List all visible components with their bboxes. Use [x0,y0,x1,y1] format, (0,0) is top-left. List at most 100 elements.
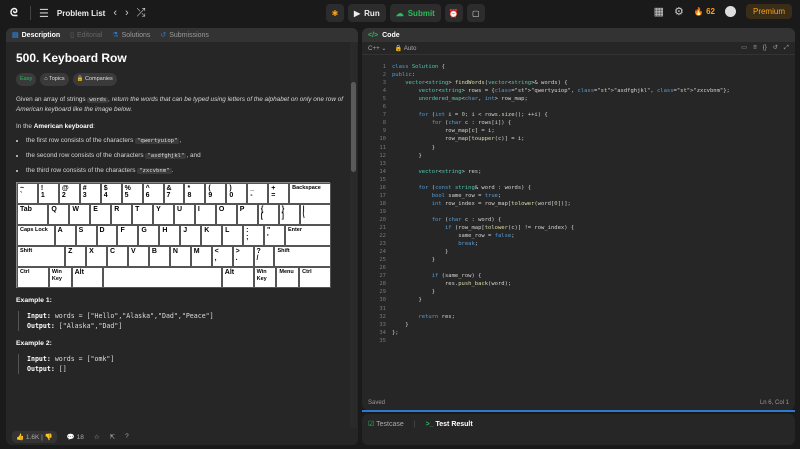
kbd-intro-bold: American keyboard [33,123,94,130]
description-scrollbar[interactable] [350,42,357,445]
code-tab-label[interactable]: Code [382,32,400,39]
submit-button[interactable]: ☁ Submit [389,4,441,22]
code-line[interactable]: if (same_row) { [392,273,482,279]
bookmark-icon[interactable]: ▭ [741,44,747,52]
code-line[interactable]: } [392,249,448,255]
tab-submissions[interactable]: ↺ Submissions [160,31,209,40]
comments-button[interactable]: 💬 18 [67,433,84,441]
debug-button[interactable]: ✱ [326,4,344,22]
tab-editorial[interactable]: ▯ Editorial [70,31,102,40]
keyboard-key: H [159,225,181,246]
chevron-right-icon[interactable]: › [125,7,129,19]
code-line[interactable]: for (char c : word) { [392,217,502,223]
code-line[interactable]: for (int i = 0; i < rows.size(); ++i) { [392,112,548,118]
code-line[interactable]: } [392,322,408,328]
auto-mode[interactable]: 🔒 Auto [395,44,417,52]
fullscreen-icon[interactable]: ⤢ [784,44,789,52]
line-number: 10 [379,136,386,143]
keyboard-key: % 5 [121,183,143,204]
code-line[interactable]: } [392,145,435,151]
avatar[interactable] [724,6,736,17]
leetcode-logo-icon[interactable]: ᘓ [10,7,22,20]
code-line[interactable]: row_map[toupper(c)] = i; [392,136,525,142]
keyboard-key: E [90,204,112,225]
star-icon[interactable]: ☆ [94,433,100,441]
language-select[interactable]: C++ ⌄ [368,45,387,52]
code-editor[interactable]: 1 class Solution {2 public: 3 vector<string… [362,62,795,388]
description-tabs: ▤ Description ▯ Editorial ⚗ Solutions ↺ Subm… [6,28,358,42]
streak-count: 62 [706,7,715,16]
like-button[interactable]: 👍 1.6K | 👎 [12,430,57,443]
row-list: the first row consists of the characters… [26,136,348,176]
gear-icon[interactable]: ⚙ [674,5,684,18]
code-line[interactable]: vector<string> findWords(vector<string>&… [392,80,567,86]
line-number: 14 [379,168,386,175]
timer-button[interactable]: ⏰ [444,4,463,22]
code-line[interactable]: bool same_row = true; [392,193,502,199]
braces-icon[interactable]: {} [763,44,767,52]
code-line[interactable]: class Solution { [392,64,445,70]
topics-label: Topics [49,76,65,82]
code-line[interactable]: } [392,297,421,303]
tab-testcase[interactable]: ☑ Testcase [368,420,404,428]
format-icon[interactable]: ≡ [753,44,757,52]
code-line[interactable]: } [392,257,435,263]
chevron-left-icon[interactable]: ‹ [113,7,117,19]
code-line[interactable]: } [392,153,421,159]
topics-chip[interactable]: ⌂ Topics [40,73,69,86]
keyboard-key: * 8 [184,183,206,204]
input-value: words = ["omk"] [54,355,115,363]
streak-counter[interactable]: 🔥 62 [694,7,715,16]
keyboard-key: " ' [264,225,285,246]
code-line[interactable]: public: [392,72,415,78]
row-code: "zxcvbnm" [137,168,172,174]
code-line[interactable]: } [392,289,435,295]
notes-button[interactable]: ▢ [466,4,485,22]
difficulty-badge: Easy [16,73,37,86]
tab-description[interactable]: ▤ Description [12,31,60,40]
checkbox-icon: ☑ [368,421,375,428]
keyboard-key: F [117,225,139,246]
companies-chip[interactable]: 🔒 Companies [72,73,117,86]
keyboard-key: T [132,204,154,225]
code-line[interactable]: for (const string& word : words) { [392,185,532,191]
row-text: the third row consists of the characters [26,167,136,174]
code-line[interactable]: same_row = false; [392,233,514,239]
divider [30,6,31,20]
code-line[interactable]: for (char c : rows[i]) { [392,120,511,126]
output-label: Output: [27,322,55,330]
help-icon[interactable]: ? [125,433,129,440]
shuffle-icon[interactable]: ⤮ [137,7,146,20]
list-icon[interactable]: ☰ [39,7,49,20]
line-number: 5 [382,96,386,103]
active-divider[interactable] [362,410,795,412]
line-number: 13 [379,160,386,167]
code-line[interactable]: unordered_map<char, int> row_map; [392,96,528,102]
line-number: 26 [379,265,386,272]
code-line[interactable]: vector<string> res; [392,169,482,175]
code-line[interactable]: vector<string> rows = {class="st">"qwert… [392,88,730,94]
tab-test-result[interactable]: >_ Test Result [426,421,473,428]
code-line[interactable]: }; [392,330,399,336]
run-button[interactable]: ▶ Run [348,4,386,22]
premium-button[interactable]: Premium [745,4,792,19]
tab-solutions[interactable]: ⚗ Solutions [112,31,150,40]
layout-grid-icon[interactable]: ▦ [654,5,664,18]
code-line[interactable]: row_map[c] = i; [392,128,495,134]
code-line[interactable]: break; [392,241,478,247]
reset-icon[interactable]: ↺ [773,44,778,52]
code-line[interactable]: if (row_map[tolower(c)] != row_index) { [392,225,574,231]
row-post: , and [186,152,201,159]
line-number: 34 [379,329,386,336]
code-line[interactable]: int row_index = row_map[tolower(word[0])… [392,201,571,207]
line-number: 11 [379,144,386,151]
keyboard-key: # 3 [79,183,101,204]
code-line[interactable]: return res; [392,314,455,320]
scrollbar-thumb[interactable] [351,82,356,172]
share-icon[interactable]: ⇱ [110,433,115,441]
submit-label: Submit [407,8,435,18]
line-number: 29 [379,289,386,296]
problem-list-link[interactable]: Problem List [57,9,105,18]
code-line[interactable]: res.push_back(word); [392,281,511,287]
keyboard-key: Ctrl [299,267,331,288]
